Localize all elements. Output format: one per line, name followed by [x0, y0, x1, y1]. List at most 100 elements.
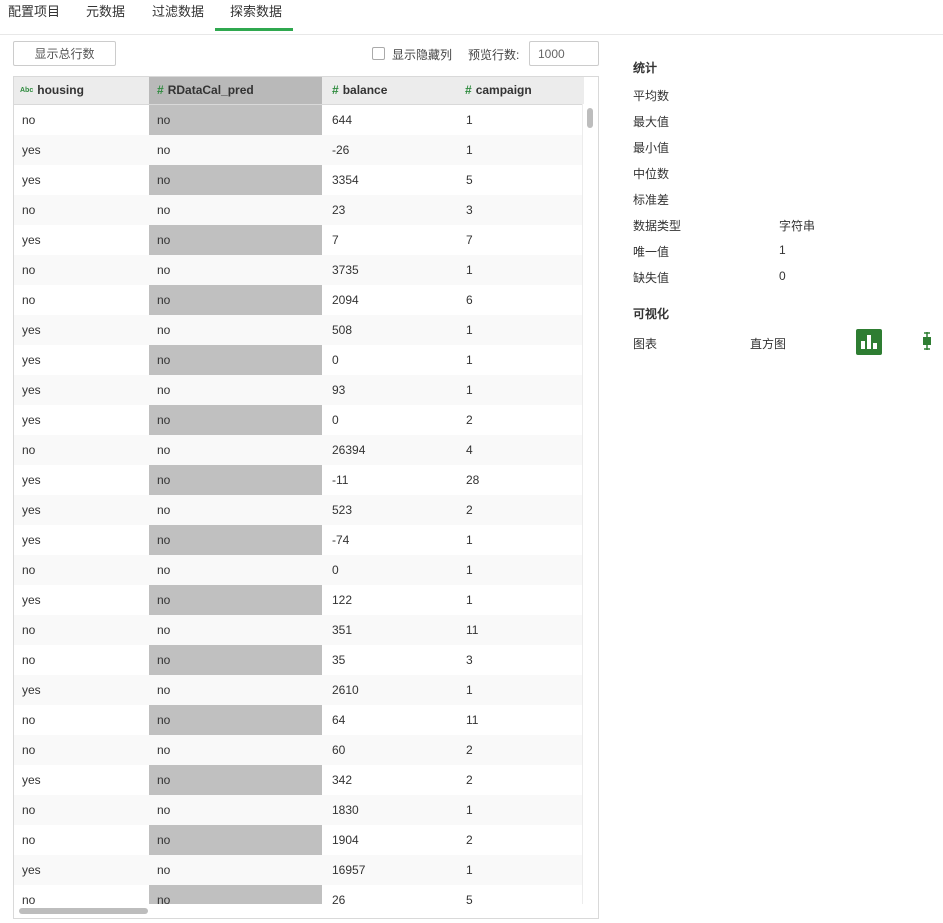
column-header-balance[interactable]: # balance — [322, 77, 455, 104]
table-row[interactable]: yes no 16957 1 — [14, 855, 584, 885]
table-cell: no — [157, 413, 171, 427]
table-row[interactable]: yes no 2610 1 — [14, 675, 584, 705]
table-cell: 1 — [466, 803, 473, 817]
numeric-type-icon: # — [332, 83, 339, 97]
table-row[interactable]: yes no 508 1 — [14, 315, 584, 345]
column-name: balance — [342, 83, 388, 97]
table-cell: 2 — [466, 743, 473, 757]
boxplot-icon[interactable] — [922, 332, 932, 350]
table-cell: 26394 — [332, 443, 366, 457]
horizontal-scrollbar[interactable] — [14, 904, 598, 918]
table-cell: 1904 — [332, 833, 359, 847]
show-hidden-checkbox[interactable] — [372, 47, 385, 60]
table-cell: no — [22, 803, 36, 817]
table-cell: no — [157, 683, 171, 697]
table-row[interactable]: yes no 3354 5 — [14, 165, 584, 195]
tab-explore[interactable]: 探索数据 — [215, 0, 293, 31]
column-header-rdatacal-pred[interactable]: # RDataCal_pred — [149, 77, 322, 104]
table-row[interactable]: yes no 0 1 — [14, 345, 584, 375]
table-cell: no — [157, 623, 171, 637]
table-row[interactable]: yes no 0 2 — [14, 405, 584, 435]
table-cell: no — [22, 893, 36, 905]
table-cell: yes — [22, 533, 41, 547]
table-row[interactable]: no no 1830 1 — [14, 795, 584, 825]
tab-filter[interactable]: 过滤数据 — [152, 0, 204, 34]
histogram-icon[interactable] — [856, 329, 882, 355]
table-row[interactable]: no no 60 2 — [14, 735, 584, 765]
table-row[interactable]: no no 26394 4 — [14, 435, 584, 465]
table-cell: no — [157, 293, 171, 307]
chart-type: 直方图 — [750, 337, 787, 351]
table-cell: 342 — [332, 773, 353, 787]
stat-key: 数据类型 — [633, 219, 682, 233]
table-row[interactable]: no no 2094 6 — [14, 285, 584, 315]
stats-title: 统计 — [633, 61, 658, 75]
table-cell: yes — [22, 593, 41, 607]
table-cell: 26 — [332, 893, 346, 905]
table-cell: 2 — [466, 833, 473, 847]
table-cell: no — [22, 203, 36, 217]
table-cell: -26 — [332, 143, 350, 157]
stat-key: 中位数 — [633, 167, 670, 181]
table-row[interactable]: no no 23 3 — [14, 195, 584, 225]
table-row[interactable]: yes no 93 1 — [14, 375, 584, 405]
table-row[interactable]: yes no 342 2 — [14, 765, 584, 795]
horizontal-scroll-thumb[interactable] — [19, 908, 148, 914]
table-cell: 508 — [332, 323, 353, 337]
column-header-campaign[interactable]: # campaign — [455, 77, 584, 104]
table-row[interactable]: no no 35 3 — [14, 645, 584, 675]
show-total-rows-button[interactable]: 显示总行数 — [13, 41, 116, 66]
table-cell: 122 — [332, 593, 353, 607]
table-row[interactable]: no no 351 11 — [14, 615, 584, 645]
vertical-scrollbar[interactable] — [582, 104, 598, 904]
table-cell: 2 — [466, 413, 473, 427]
table-cell: yes — [22, 233, 41, 247]
table-cell: no — [22, 743, 36, 757]
tab-metadata[interactable]: 元数据 — [86, 0, 125, 34]
table-cell: 1 — [466, 263, 473, 277]
table-cell: 5 — [466, 173, 473, 187]
table-cell: 1 — [466, 323, 473, 337]
table-cell: yes — [22, 503, 41, 517]
preview-rows-input[interactable] — [529, 41, 599, 66]
table-cell: yes — [22, 773, 41, 787]
table-cell: 0 — [332, 563, 339, 577]
numeric-type-icon: # — [157, 83, 164, 97]
table-cell: 1830 — [332, 803, 359, 817]
table-cell: 60 — [332, 743, 346, 757]
table-row[interactable]: no no 3735 1 — [14, 255, 584, 285]
table-row[interactable]: no no 26 5 — [14, 885, 584, 905]
table-cell: no — [22, 563, 36, 577]
column-header-housing[interactable]: Abc housing — [14, 77, 149, 104]
table-cell: 93 — [332, 383, 346, 397]
table-cell: no — [157, 203, 171, 217]
table-cell: yes — [22, 353, 41, 367]
table-row[interactable]: yes no 523 2 — [14, 495, 584, 525]
table-cell: no — [22, 713, 36, 727]
table-row[interactable]: yes no -11 28 — [14, 465, 584, 495]
table-row[interactable]: yes no -74 1 — [14, 525, 584, 555]
table-row[interactable]: yes no -26 1 — [14, 135, 584, 165]
table-row[interactable]: no no 644 1 — [14, 105, 584, 135]
table-cell: yes — [22, 323, 41, 337]
vertical-scroll-thumb[interactable] — [587, 108, 593, 128]
column-name: campaign — [475, 83, 532, 97]
table-row[interactable]: yes no 122 1 — [14, 585, 584, 615]
table-cell: 4 — [466, 443, 473, 457]
stat-value: 1 — [779, 243, 786, 257]
column-name: housing — [37, 83, 84, 97]
show-hidden-label: 显示隐藏列 — [392, 48, 453, 62]
stat-value: 0 — [779, 269, 786, 283]
table-cell: 7 — [466, 233, 473, 247]
table-row[interactable]: yes no 7 7 — [14, 225, 584, 255]
visualization-title: 可视化 — [633, 307, 670, 321]
table-cell: 7 — [332, 233, 339, 247]
table-cell: no — [157, 233, 171, 247]
tab-config[interactable]: 配置项目 — [8, 0, 60, 34]
table-row[interactable]: no no 1904 2 — [14, 825, 584, 855]
table-cell: 23 — [332, 203, 346, 217]
table-cell: no — [157, 533, 171, 547]
table-row[interactable]: no no 0 1 — [14, 555, 584, 585]
table-cell: 0 — [332, 413, 339, 427]
table-row[interactable]: no no 64 11 — [14, 705, 584, 735]
